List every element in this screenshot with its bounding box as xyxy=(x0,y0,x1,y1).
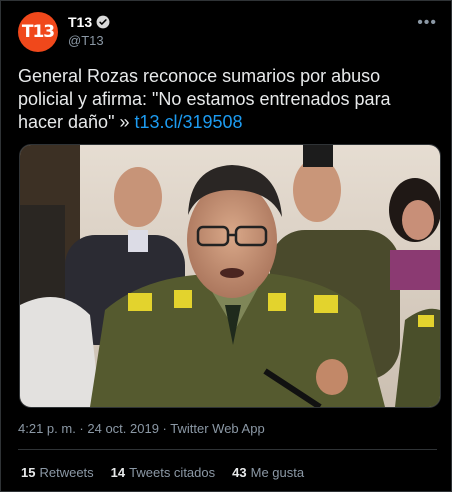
tweet-meta: 4:21 p. m. · 24 oct. 2019 · Twitter Web … xyxy=(18,421,265,436)
meta-separator-2: · xyxy=(158,421,171,436)
quotes-stat[interactable]: 14 Tweets citados xyxy=(111,465,215,480)
likes-label: Me gusta xyxy=(250,465,305,480)
avatar-logo-text: T13 xyxy=(21,22,55,42)
retweets-stat[interactable]: 15 Retweets xyxy=(21,465,94,480)
tweet-text: General Rozas reconoce sumarios por abus… xyxy=(18,65,418,134)
retweets-count: 15 xyxy=(21,465,36,480)
divider-top xyxy=(18,449,437,450)
tweet-date[interactable]: 24 oct. 2019 xyxy=(87,421,159,436)
tweet-link[interactable]: t13.cl/319508 xyxy=(134,112,242,132)
quotes-count: 14 xyxy=(110,465,126,480)
meta-separator: · xyxy=(75,421,88,436)
photo-illustration xyxy=(20,145,440,407)
quotes-label: Tweets citados xyxy=(129,465,216,480)
verified-badge-icon xyxy=(96,15,110,29)
author-block: T13 @T13 xyxy=(68,14,110,48)
tweet-source[interactable]: Twitter Web App xyxy=(170,421,264,436)
likes-count: 43 xyxy=(232,465,247,480)
display-name[interactable]: T13 xyxy=(68,14,92,30)
avatar[interactable]: T13 xyxy=(18,12,58,52)
likes-stat[interactable]: 43 Me gusta xyxy=(232,465,304,480)
tweet-stats: 15 Retweets 14 Tweets citados 43 Me gusta xyxy=(21,465,304,480)
tweet-time[interactable]: 4:21 p. m. xyxy=(18,421,76,436)
tweet-photo[interactable] xyxy=(19,144,441,408)
handle[interactable]: @T13 xyxy=(68,33,110,48)
retweets-label: Retweets xyxy=(39,465,94,480)
tweet-header: T13 T13 @T13 ••• xyxy=(18,12,437,54)
author-name-row: T13 xyxy=(68,14,110,30)
more-options-icon[interactable]: ••• xyxy=(417,14,437,32)
tweet-card: T13 T13 @T13 ••• General Rozas reconoce … xyxy=(0,0,452,492)
